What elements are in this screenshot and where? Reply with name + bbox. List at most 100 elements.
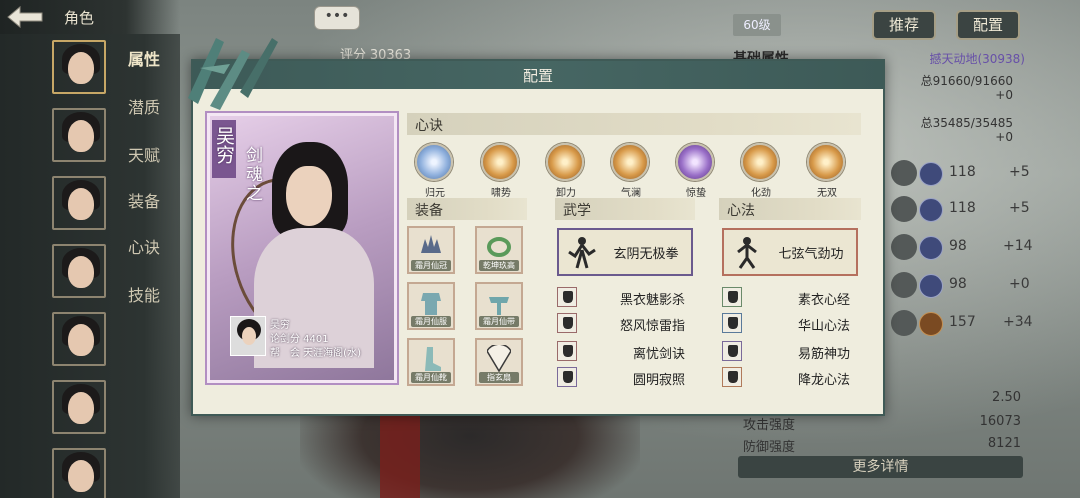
heart-section-header: 心诀 [407,113,861,135]
level-badge: 60级 [733,14,781,36]
chat-button[interactable]: ••• [314,6,360,30]
attribute-icon [891,272,917,298]
tab-attributes[interactable]: 属性 [128,46,160,70]
martial-pose-icon [568,237,596,269]
heart-orb-icon [481,143,519,181]
character-portrait-7[interactable] [52,448,106,498]
attribute-icon [891,234,917,260]
attribute-icon [891,196,917,222]
tab-talent[interactable]: 天赋 [128,142,160,166]
info-guild: 帮 会 天涯海阁(水) [270,348,361,359]
martial-section-header: 武学 [555,198,695,220]
modal-header: 配置 [193,61,883,89]
stat-icon [919,274,943,298]
heart-item[interactable]: 啸势 [481,143,521,199]
character-name: 吴穷 [213,126,235,164]
skill-icon [557,313,577,333]
back-arrow-icon [7,5,43,29]
heart-orb-icon [611,143,649,181]
heart-orb-icon [546,143,584,181]
boots-icon [425,347,441,371]
stat-icon [919,312,943,336]
character-title: 剑魂之 [242,146,262,203]
skill-icon [722,287,742,307]
character-face [286,166,332,226]
config-button[interactable]: 配置 [956,10,1020,40]
heart-item[interactable]: 惊蛰 [676,143,716,199]
martial-main-skill[interactable]: 玄阴无极拳 [557,228,693,276]
background-character-sash [380,410,420,498]
config-modal: 配置 吴穷 剑魂之 吴穷 论剑分 4401 帮 会 天涯海阁(水) 心诀 归元 … [191,59,885,416]
more-details-button[interactable]: 更多详情 [738,456,1023,478]
tab-skills[interactable]: 技能 [128,282,160,306]
heart-item[interactable]: 无双 [807,143,847,199]
character-portrait-4[interactable] [52,244,106,298]
heart-item[interactable]: 气澜 [611,143,651,199]
martial-skill-item[interactable]: 圆明寂照 [557,367,685,389]
small-avatar [230,316,266,356]
inner-art-item[interactable]: 素衣心经 [722,287,850,309]
stat-row: 118 +5 [919,162,1080,186]
heart-item[interactable]: 归元 [415,143,455,199]
stats-set-link[interactable]: 撼天动地(30938) [929,50,1025,67]
attribute-icon [891,160,917,186]
hp-total: 总91660/91660 [920,74,1013,88]
character-portrait-6[interactable] [52,380,106,434]
inner-art-section-header: 心法 [719,198,861,220]
stat-icon [919,198,943,222]
belt-icon [489,297,509,315]
page-title: 角色 [64,9,95,27]
sword-ornament-icon [188,38,278,110]
heart-item[interactable]: 卸力 [546,143,586,199]
martial-skill-item[interactable]: 离忧剑诀 [557,341,685,363]
equip-slot-helmet[interactable]: 霜月仙冠 [407,226,455,274]
inner-art-item[interactable]: 降龙心法 [722,367,850,389]
hp-delta: +0 [995,88,1013,102]
skill-icon [557,287,577,307]
skill-icon [722,367,742,387]
heart-item[interactable]: 化劲 [741,143,781,199]
armor-icon [421,293,441,315]
character-portrait-1[interactable] [52,40,106,94]
stat-icon [919,236,943,260]
heart-orb-icon [741,143,779,181]
tab-equipment[interactable]: 装备 [128,188,160,212]
tab-potential[interactable]: 潜质 [128,94,160,118]
equip-slot-ring[interactable]: 乾坤玖高 [475,226,523,274]
stat-row: 157 +34 [919,312,1080,336]
character-portrait-5[interactable] [52,312,106,366]
stat-row: 98 +0 [919,274,1080,298]
martial-skill-item[interactable]: 怒风惊雷指 [557,313,685,335]
inner-art-main-skill[interactable]: 七弦气劲功 [722,228,858,276]
mp-total: 总35485/35485 [920,116,1013,130]
back-button[interactable] [4,3,48,31]
inner-art-item[interactable]: 易筋神功 [722,341,850,363]
heart-orb-icon [807,143,845,181]
recommend-button[interactable]: 推荐 [872,10,936,40]
equip-slot-boots[interactable]: 霜月仙靴 [407,338,455,386]
skill-icon [557,341,577,361]
tab-heart-formula[interactable]: 心诀 [128,234,160,258]
info-score: 论剑分 4401 [270,334,329,345]
fan-icon [487,345,511,373]
heart-orb-icon [415,143,453,181]
martial-skill-item[interactable]: 黑衣魅影杀 [557,287,685,309]
character-portrait-2[interactable] [52,108,106,162]
equip-slot-belt[interactable]: 霜月仙带 [475,282,523,330]
modal-title: 配置 [522,67,553,85]
inner-art-item[interactable]: 华山心法 [722,313,850,335]
skill-icon [722,313,742,333]
mp-delta: +0 [995,130,1013,144]
character-portrait-3[interactable] [52,176,106,230]
equip-slot-armor[interactable]: 霜月仙服 [407,282,455,330]
equip-slot-weapon[interactable]: 指玄扇 [475,338,523,386]
character-card: 吴穷 剑魂之 吴穷 论剑分 4401 帮 会 天涯海阁(水) [207,113,397,383]
stat-row: 98 +14 [919,236,1080,260]
skill-icon [722,341,742,361]
ring-icon [487,237,511,257]
stat-icon [919,162,943,186]
info-name: 吴穷 [270,320,290,331]
helmet-icon [421,235,441,253]
attribute-icon [891,310,917,336]
equip-section-header: 装备 [407,198,527,220]
